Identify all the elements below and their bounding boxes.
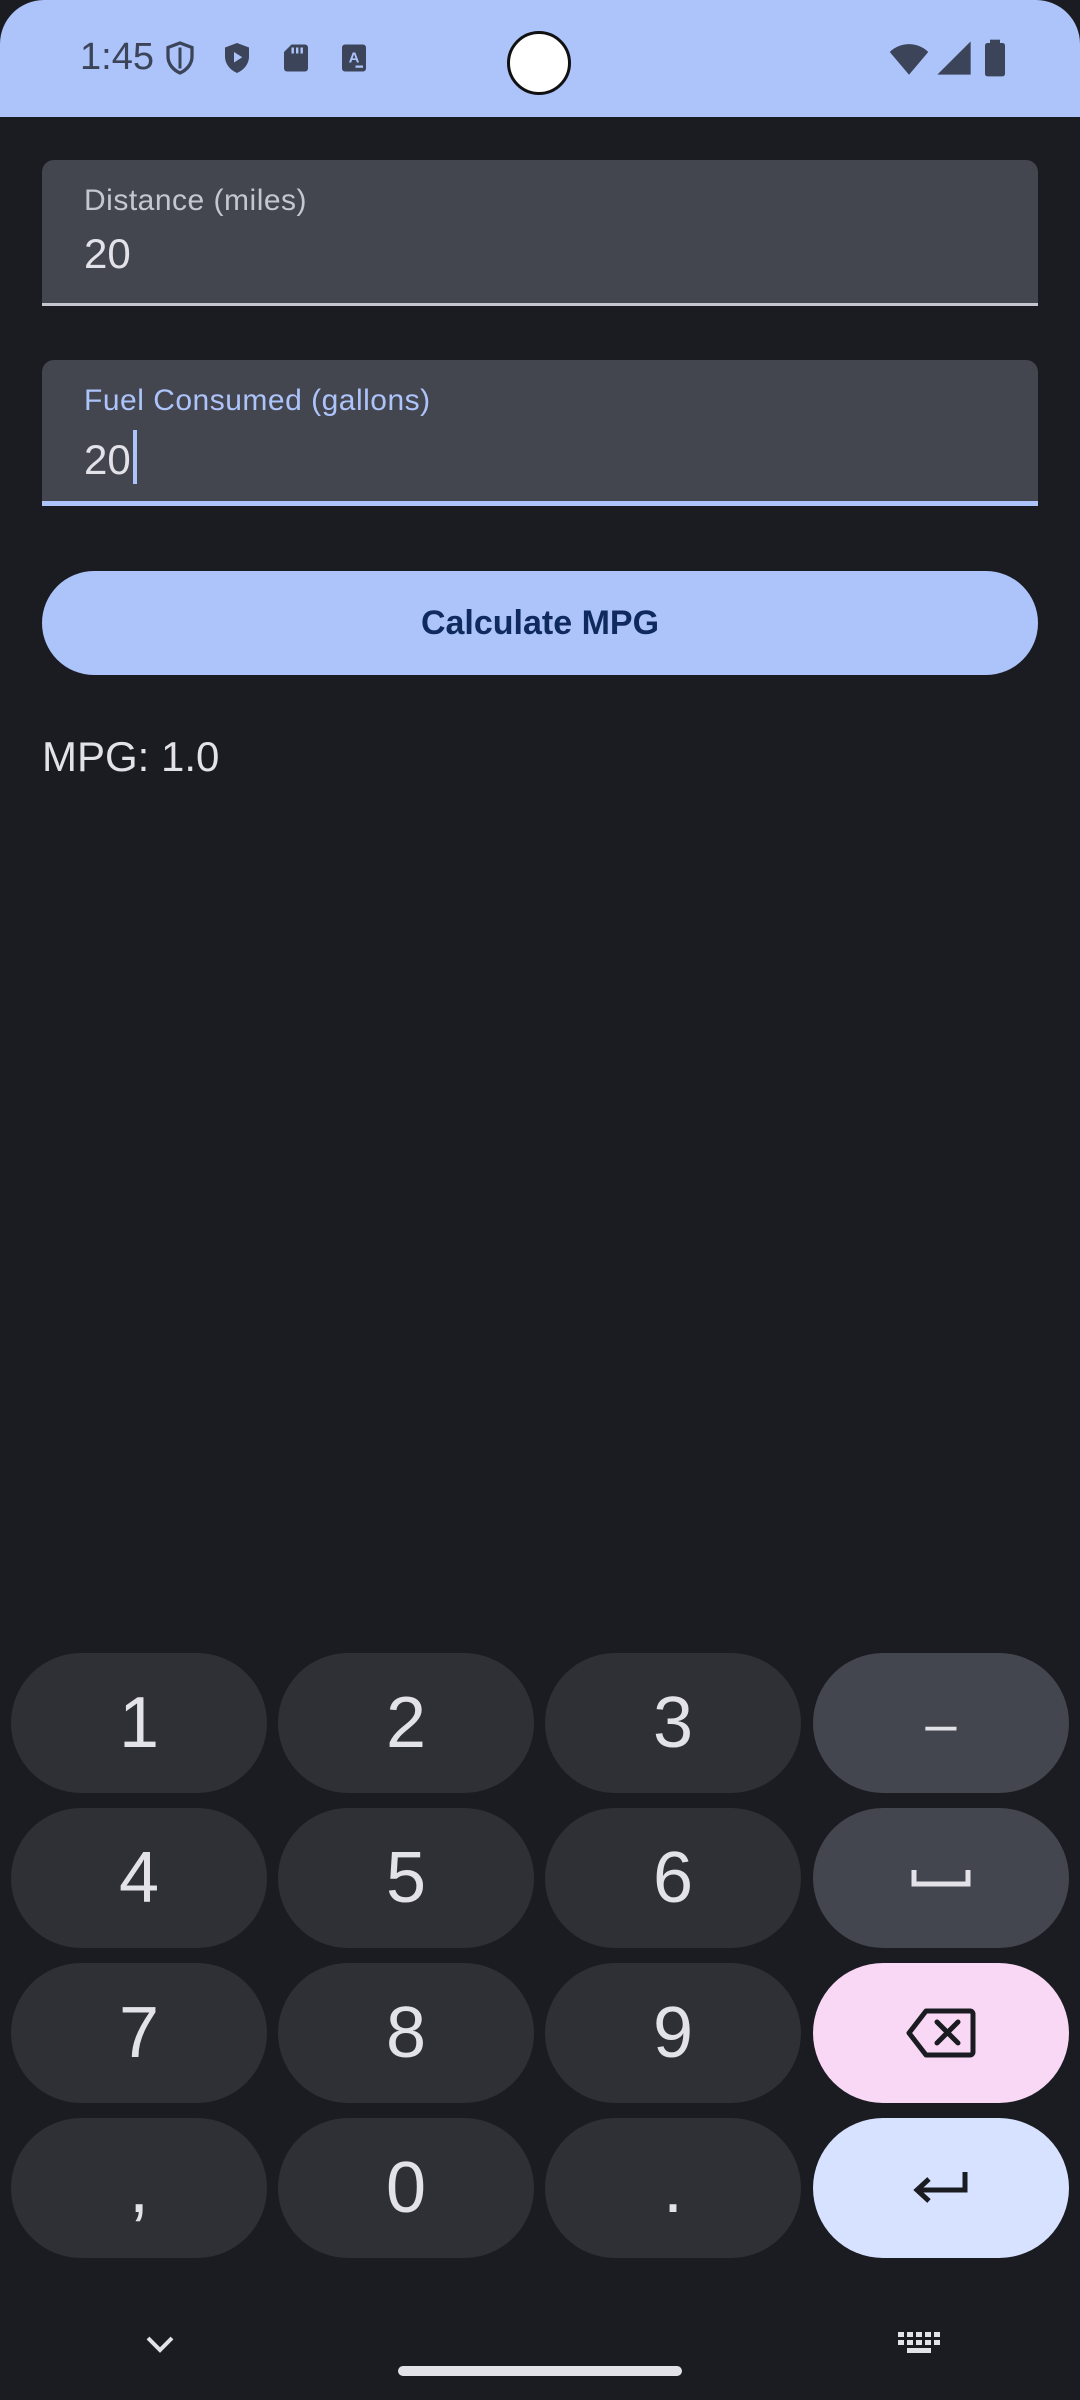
key-period[interactable]: . bbox=[545, 2118, 801, 2258]
key-5[interactable]: 5 bbox=[278, 1808, 534, 1948]
key-backspace[interactable] bbox=[813, 1963, 1069, 2103]
key-enter[interactable] bbox=[813, 2118, 1069, 2258]
key-7[interactable]: 7 bbox=[11, 1963, 267, 2103]
key-minus[interactable]: – bbox=[813, 1653, 1069, 1793]
wifi-icon bbox=[889, 44, 929, 75]
chevron-down-icon[interactable] bbox=[140, 2330, 180, 2360]
signal-icon bbox=[937, 41, 971, 75]
key-9[interactable]: 9 bbox=[545, 1963, 801, 2103]
key-space[interactable] bbox=[813, 1808, 1069, 1948]
key-4[interactable]: 4 bbox=[11, 1808, 267, 1948]
enter-icon bbox=[913, 2172, 968, 2203]
distance-field[interactable]: Distance (miles) 20 bbox=[42, 160, 1038, 306]
status-bar: 1:45 A bbox=[0, 0, 1080, 117]
camera-cutout bbox=[507, 31, 571, 95]
key-1[interactable]: 1 bbox=[11, 1653, 267, 1793]
key-6[interactable]: 6 bbox=[545, 1808, 801, 1948]
home-indicator[interactable] bbox=[398, 2366, 682, 2376]
space-icon bbox=[911, 1870, 971, 1887]
fuel-value: 20 bbox=[84, 436, 131, 483]
key-comma[interactable]: , bbox=[11, 2118, 267, 2258]
key-2[interactable]: 2 bbox=[278, 1653, 534, 1793]
text-cursor bbox=[132, 430, 137, 484]
key-8[interactable]: 8 bbox=[278, 1963, 534, 2103]
fuel-field[interactable]: Fuel Consumed (gallons) 20 bbox=[42, 360, 1038, 506]
play-shield-icon bbox=[225, 43, 249, 73]
fuel-label: Fuel Consumed (gallons) bbox=[84, 384, 431, 417]
calculate-mpg-button[interactable]: Calculate MPG bbox=[42, 571, 1038, 675]
shield-outline-icon bbox=[166, 41, 194, 75]
keyboard-icon[interactable] bbox=[896, 2330, 944, 2360]
key-3[interactable]: 3 bbox=[545, 1653, 801, 1793]
key-0[interactable]: 0 bbox=[278, 2118, 534, 2258]
text-a-icon: A bbox=[342, 44, 366, 72]
screen: 1:45 A Distance (miles) 20 Fuel Consumed… bbox=[0, 0, 1080, 2400]
navigation-bar bbox=[0, 2270, 1080, 2400]
mpg-result: MPG: 1.0 bbox=[42, 733, 220, 780]
distance-value: 20 bbox=[84, 230, 131, 277]
sd-card-icon bbox=[284, 44, 308, 72]
battery-icon bbox=[985, 39, 1005, 77]
distance-label: Distance (miles) bbox=[84, 184, 308, 217]
fuel-value-wrap: 20 bbox=[84, 430, 137, 484]
backspace-icon bbox=[906, 2008, 976, 2058]
status-time: 1:45 bbox=[80, 36, 154, 78]
svg-text:A: A bbox=[349, 50, 360, 67]
